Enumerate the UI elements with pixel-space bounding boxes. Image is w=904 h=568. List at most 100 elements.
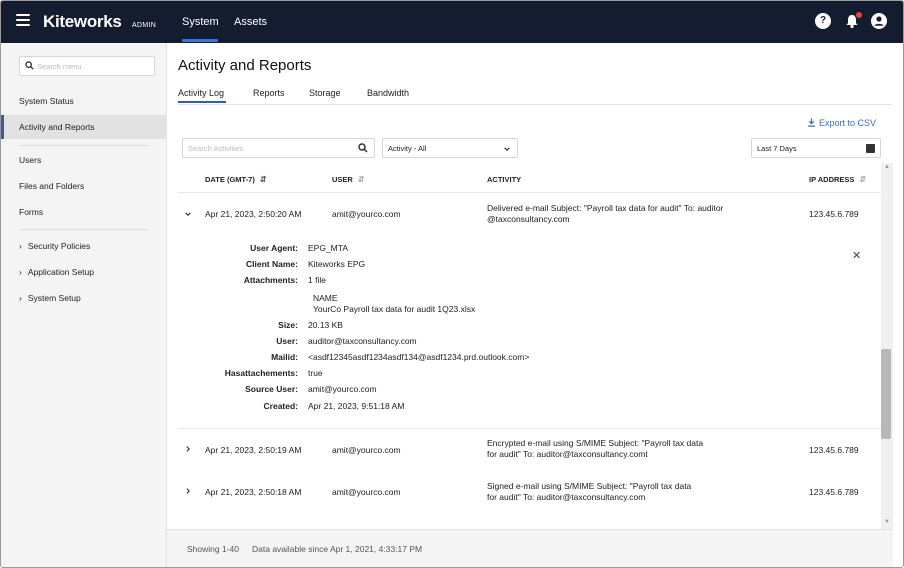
sort-icon: ⇵: [259, 175, 267, 184]
sidebar-item-forms[interactable]: Forms: [1, 200, 167, 224]
user-avatar-icon[interactable]: [871, 13, 887, 29]
sidebar-item-security-policies[interactable]: › Security Policies: [1, 234, 167, 258]
row-activity-line-2: for audit" To: auditor@taxconsultancy.co…: [487, 449, 648, 459]
chevron-right-icon: ›: [19, 241, 22, 251]
detail-label-hasattachements: Hasattachements:: [224, 368, 298, 378]
tab-activity-log[interactable]: Activity Log: [178, 88, 224, 98]
hamburger-menu-icon[interactable]: [16, 14, 30, 28]
active-tab-indicator: [178, 101, 226, 103]
search-activities-placeholder: Search Activities: [188, 144, 244, 153]
scrollbar-track[interactable]: [881, 163, 893, 529]
tab-storage[interactable]: Storage: [309, 88, 341, 98]
nav-active-indicator: [182, 39, 218, 42]
search-icon[interactable]: [358, 143, 368, 153]
detail-attachments: 1 file: [308, 275, 326, 285]
sidebar-item-users[interactable]: Users: [1, 148, 167, 172]
sidebar-item-activity-and-reports[interactable]: Activity and Reports: [1, 115, 167, 139]
sidebar-item-application-setup[interactable]: › Application Setup: [1, 260, 167, 284]
detail-mailid: <asdf12345asdf1234asdf134@asdf1234.prd.o…: [308, 352, 530, 362]
row-ip: 123.45.6.789: [809, 487, 859, 497]
detail-label-source-user: Source User:: [245, 384, 298, 394]
row-activity-line-1: Signed e-mail using S/MIME Subject: "Pay…: [487, 481, 692, 491]
chevron-right-icon[interactable]: [184, 445, 192, 453]
column-header-ip-address[interactable]: IP ADDRESS ⇵: [809, 175, 866, 184]
date-range-select[interactable]: Last 7 Days: [751, 138, 881, 158]
row-activity-line-2: for audit" To: auditor@taxconsultancy.co…: [487, 492, 646, 502]
activity-filter-select[interactable]: Activity - All: [382, 138, 518, 158]
column-header-ip-label: IP ADDRESS: [809, 175, 855, 184]
sidebar-item-label: Security Policies: [27, 241, 91, 251]
tab-reports[interactable]: Reports: [253, 88, 285, 98]
detail-label-created: Created:: [263, 401, 298, 411]
sidebar-item-system-status[interactable]: System Status: [1, 89, 167, 113]
detail-client-name: Kiteworks EPG: [308, 259, 366, 269]
tab-bandwidth[interactable]: Bandwidth: [367, 88, 409, 98]
row-user: amit@yourco.com: [332, 445, 401, 455]
row-user: amit@yourco.com: [332, 209, 401, 219]
row-user: amit@yourco.com: [332, 487, 401, 497]
sidebar-item-label: System Setup: [27, 293, 81, 303]
column-header-user-label: USER: [332, 175, 353, 184]
attachment-file-name[interactable]: YourCo Payroll tax data for audit 1Q23.x…: [313, 304, 475, 314]
row-ip: 123.45.6.789: [809, 209, 859, 219]
sidebar-item-files-and-folders[interactable]: Files and Folders: [1, 174, 167, 198]
chevron-right-icon: ›: [19, 293, 22, 303]
row-date: Apr 21, 2023, 2:50:18 AM: [205, 487, 302, 497]
detail-user: auditor@taxconsultancy.com: [308, 336, 417, 346]
download-icon: [807, 118, 816, 127]
logo-admin-badge: ADMIN: [132, 22, 157, 29]
date-range-value: Last 7 Days: [757, 144, 797, 153]
help-icon[interactable]: ?: [815, 13, 831, 29]
sidebar-divider: [19, 145, 149, 146]
chevron-right-icon[interactable]: [184, 487, 192, 495]
sort-icon: ⇵: [859, 175, 867, 184]
detail-label-mailid: Mailid:: [271, 352, 298, 362]
detail-user-agent: EPG_MTA: [308, 243, 348, 253]
detail-label-user-agent: User Agent:: [250, 243, 298, 253]
row-date: Apr 21, 2023, 2:50:20 AM: [205, 209, 302, 219]
nav-assets[interactable]: Assets: [234, 16, 267, 28]
detail-hasattachements: true: [308, 368, 323, 378]
column-header-date[interactable]: DATE (GMT-7) ⇵: [205, 175, 267, 184]
chevron-right-icon: ›: [19, 267, 22, 277]
detail-label-size: Size:: [278, 320, 298, 330]
table-divider: [178, 192, 881, 193]
column-header-activity: ACTIVITY: [487, 175, 522, 184]
sidebar-item-system-setup[interactable]: › System Setup: [1, 286, 167, 310]
calendar-icon: [866, 144, 875, 153]
close-icon[interactable]: ✕: [852, 249, 861, 262]
search-menu-placeholder: Search menu: [37, 62, 82, 71]
scrollbar-thumb[interactable]: [881, 349, 891, 439]
scroll-up-icon[interactable]: ▲: [884, 164, 890, 170]
row-activity-line-1: Delivered e-mail Subject: "Payroll tax d…: [487, 203, 724, 213]
column-header-date-label: DATE (GMT-7): [205, 175, 255, 184]
row-activity-line-1: Encrypted e-mail using S/MIME Subject: "…: [487, 438, 704, 448]
export-label: Export to CSV: [819, 118, 877, 128]
sidebar-item-label: Application Setup: [27, 267, 95, 277]
sort-icon: ⇵: [357, 175, 365, 184]
detail-created: Apr 21, 2023, 9:51:18 AM: [308, 401, 405, 411]
tab-divider: [178, 104, 892, 105]
row-activity-line-2: @taxconsultancy.com: [487, 214, 570, 224]
top-bar: Kiteworks ADMIN System Assets ?: [1, 1, 903, 43]
search-activities-input[interactable]: Search Activities: [182, 138, 375, 158]
attachment-name-header: NAME: [313, 293, 338, 303]
activity-filter-value: Activity - All: [388, 144, 427, 153]
table-footer: Showing 1-40 Data available since Apr 1,…: [167, 529, 893, 567]
page-title: Activity and Reports: [178, 57, 312, 74]
sidebar-divider: [19, 229, 149, 230]
search-menu-input[interactable]: Search menu: [19, 56, 155, 76]
scroll-down-icon[interactable]: ▼: [884, 519, 890, 525]
detail-label-client-name: Client Name:: [246, 259, 298, 269]
notification-dot: [856, 12, 862, 18]
detail-source-user: amit@yourco.com: [308, 384, 377, 394]
chevron-down-icon[interactable]: [184, 210, 192, 218]
nav-system[interactable]: System: [182, 16, 219, 28]
detail-size: 20.13 KB: [308, 320, 343, 330]
main-content: Activity and Reports Activity Log Report…: [167, 43, 893, 567]
chevron-down-icon: [504, 147, 510, 151]
app-window: Kiteworks ADMIN System Assets ? Search m…: [0, 0, 904, 568]
logo: Kiteworks: [43, 12, 122, 31]
export-to-csv-link[interactable]: Export to CSV: [807, 118, 876, 128]
column-header-user[interactable]: USER ⇵: [332, 175, 365, 184]
